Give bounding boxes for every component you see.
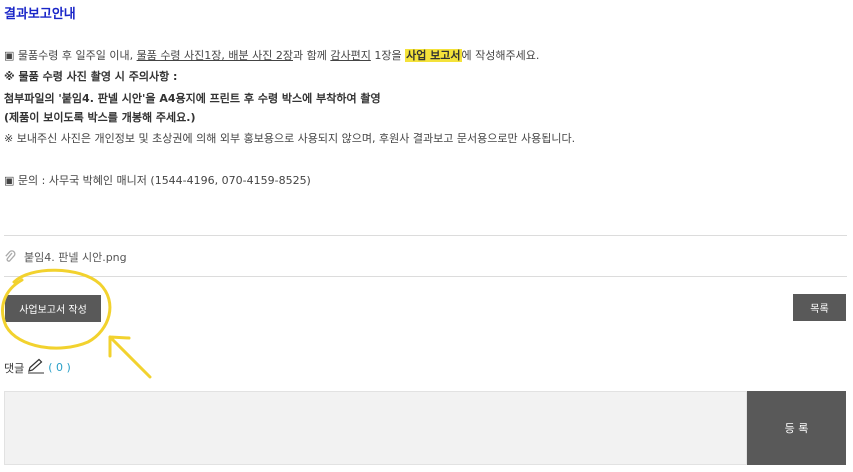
write-report-button[interactable]: 사업보고서 작성 [5,295,101,322]
divider-top [4,235,847,236]
notice-line-1-part-1: ▣ 물품수령 후 일주일 이내, [4,49,137,62]
comment-header: 댓글 ( 0 ) [4,358,71,377]
notice-line-1-part-4: 감사편지 [330,49,371,62]
notice-line-4: (제품이 보이도록 박스를 개봉해 주세요.) [4,111,196,124]
notice-title: 결과보고안내 [4,7,76,22]
notice-line-1-part-5: 1장을 [370,49,406,62]
notice-line-1-part-7: 에 작성해주세요. [461,49,540,62]
notice-line-1: ▣ 물품수령 후 일주일 이내, 물품 수령 사진1장, 배분 사진 2장과 함… [4,47,539,63]
highlight-business-report: 사업 보고서 [405,49,462,62]
divider-bottom [4,276,847,277]
notice-line-2: ※ 물품 수령 사진 촬영 시 주의사항 : [4,70,178,83]
notice-line-5: ※ 보내주신 사진은 개인정보 및 초상권에 의해 외부 홍보용으로 사용되지 … [4,132,576,145]
paperclip-icon [4,250,16,264]
annotation-arrow [108,335,152,379]
comment-count: ( 0 ) [48,361,71,374]
pencil-icon [27,358,45,377]
notice-line-6: ▣ 문의 : 사무국 박혜인 매니저 (1544-4196, 070-4159-… [4,174,311,187]
attachment-row[interactable]: 붙임4. 판넬 시안.png [4,249,127,265]
comment-label: 댓글 [4,361,25,375]
comment-textarea[interactable] [4,391,747,465]
notice-line-1-part-3: 과 함께 [293,49,331,62]
attachment-filename[interactable]: 붙임4. 판넬 시안.png [24,249,127,265]
submit-comment-button[interactable]: 등 록 [747,391,846,465]
notice-line-1-part-2: 물품 수령 사진1장, 배분 사진 2장 [136,49,293,62]
list-button[interactable]: 목록 [793,294,846,321]
notice-line-3: 첨부파일의 '붙임4. 판넬 시안'을 A4용지에 프린트 후 수령 박스에 부… [4,92,381,105]
